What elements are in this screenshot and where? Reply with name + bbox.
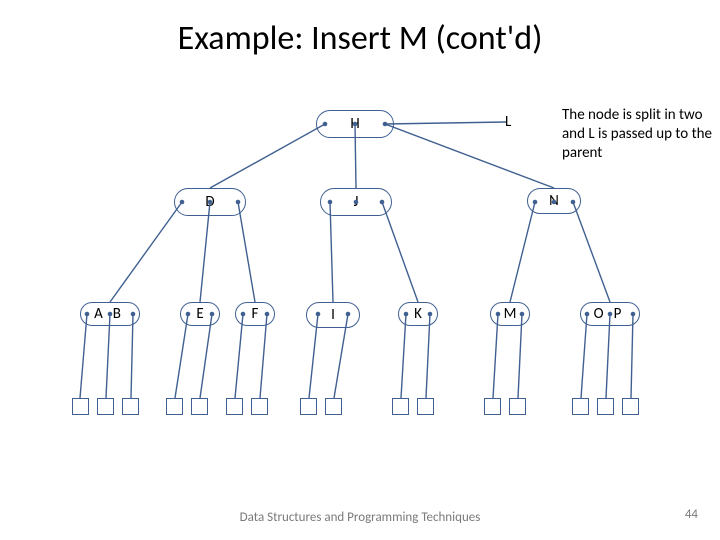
leaf-box <box>191 398 208 415</box>
node-j-label: J <box>354 193 359 211</box>
split-annotation: The node is split in two and L is passed… <box>562 106 712 162</box>
leaf-box <box>417 398 434 415</box>
leaf-box <box>484 398 501 415</box>
leaf-box <box>622 398 639 415</box>
footer-text: Data Structures and Programming Techniqu… <box>0 510 720 526</box>
leaf-box <box>572 398 589 415</box>
root-label: H <box>350 115 359 133</box>
tree-edges <box>0 0 720 540</box>
node-i-label: I <box>331 306 335 324</box>
leaf-box <box>597 398 614 415</box>
root-node: H <box>316 110 394 138</box>
node-n-label: N <box>549 192 559 210</box>
page-number: 44 <box>685 507 698 522</box>
leaf-box <box>226 398 243 415</box>
node-f-label: F <box>252 305 259 323</box>
slide-title: Example: Insert M (cont'd) <box>0 18 720 59</box>
leaf-box <box>392 398 409 415</box>
annotation-text: The node is split in two and L is passed… <box>562 106 712 162</box>
leaf-box <box>251 398 268 415</box>
node-op-label: OP <box>589 305 632 323</box>
node-ab-label: AB <box>89 305 131 323</box>
leaf-box <box>72 398 89 415</box>
node-d: D <box>174 188 246 216</box>
leaf-box <box>300 398 317 415</box>
leaf-box <box>325 398 342 415</box>
node-d-label: D <box>205 193 214 211</box>
node-k-label: K <box>414 305 422 323</box>
node-ab: AB <box>80 302 140 326</box>
node-m-label: M <box>504 305 517 323</box>
floating-key-l: L <box>505 113 511 131</box>
leaf-box <box>166 398 183 415</box>
slide: Example: Insert M (cont'd) L The node is… <box>0 0 720 540</box>
node-e: E <box>180 302 220 326</box>
node-op: OP <box>580 302 640 326</box>
node-n: N <box>527 188 581 214</box>
node-f: F <box>235 302 275 326</box>
node-m: M <box>490 302 530 326</box>
node-k: K <box>398 302 438 326</box>
node-j: J <box>320 188 392 216</box>
leaf-box <box>122 398 139 415</box>
node-e-label: E <box>196 305 203 323</box>
leaf-box <box>509 398 526 415</box>
node-i: I <box>306 302 360 328</box>
leaf-box <box>97 398 114 415</box>
